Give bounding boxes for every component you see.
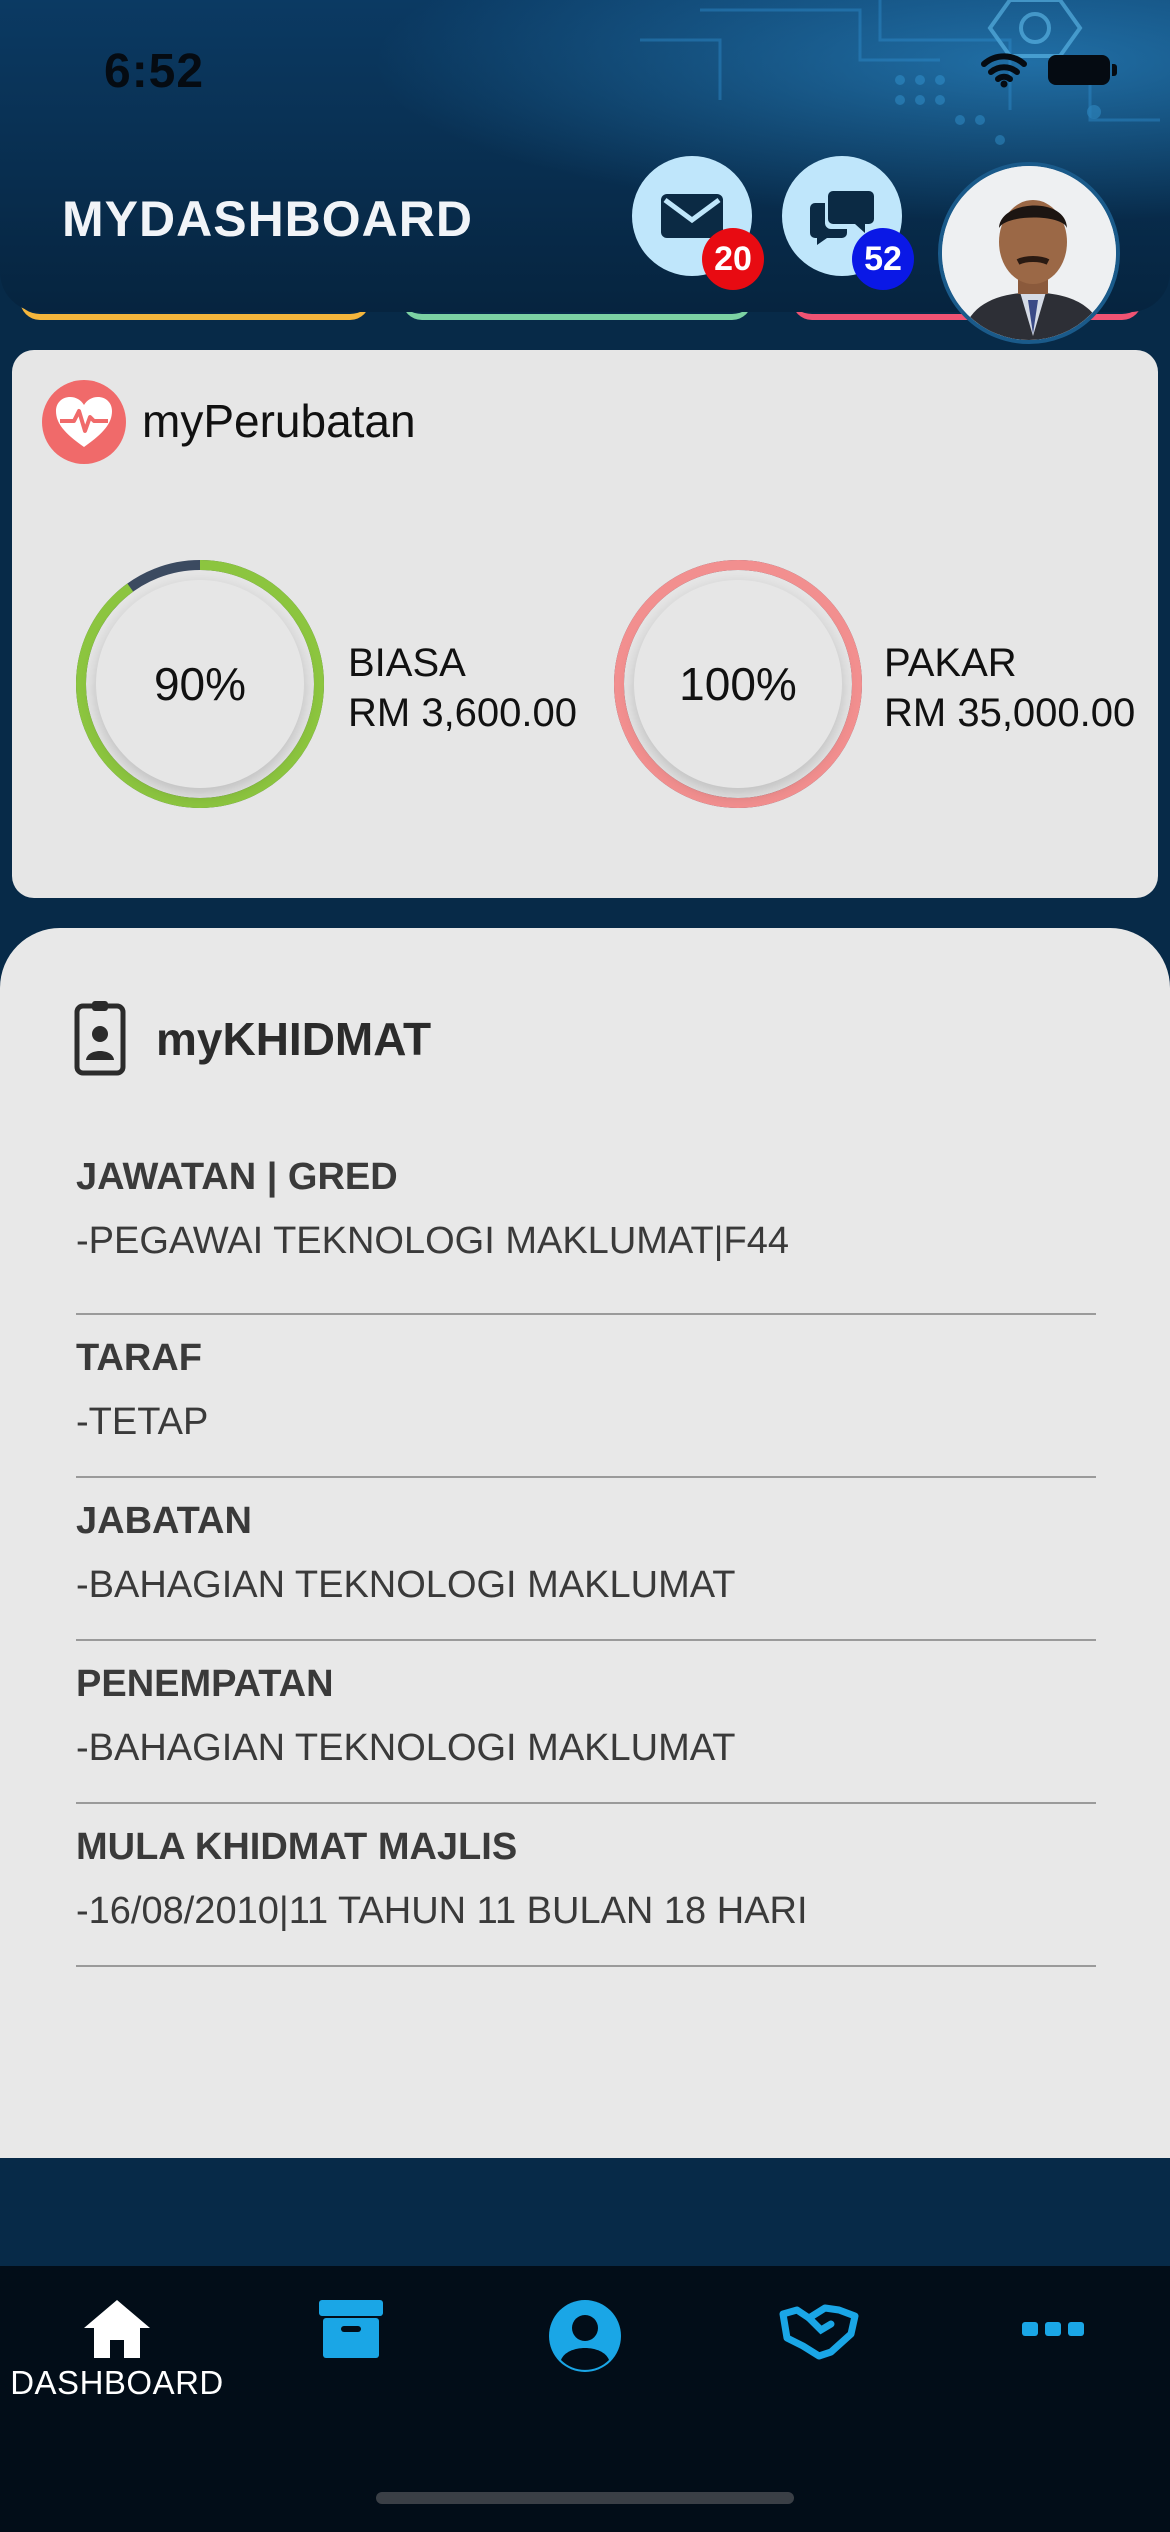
info-value: -BAHAGIAN TEKNOLOGI MAKLUMAT: [76, 1564, 736, 1606]
info-item-mula-khidmat: MULA KHIDMAT MAJLIS -16/08/2010|11 TAHUN…: [76, 1804, 1096, 1967]
tab-dashboard-label: DASHBOARD: [10, 2364, 224, 2401]
messages-button[interactable]: 20: [632, 156, 764, 290]
pakar-progress-ring: [614, 560, 862, 808]
user-icon: [549, 2300, 621, 2372]
home-indicator: [376, 2492, 794, 2504]
messages-count-badge: 20: [702, 228, 764, 290]
pakar-amount: RM 35,000.00: [884, 691, 1136, 735]
info-value: -PEGAWAI TEKNOLOGI MAKLUMAT|F44: [76, 1220, 790, 1262]
info-item-taraf: TARAF -TETAP: [76, 1315, 1096, 1478]
tab-archive[interactable]: [234, 2298, 468, 2438]
tab-more[interactable]: [936, 2298, 1170, 2438]
biasa-type: BIASA: [348, 641, 466, 685]
profile-photo: [942, 166, 1116, 340]
archive-icon: [319, 2300, 383, 2358]
more-icon: [1022, 2322, 1084, 2336]
app-title: MYDASHBOARD: [62, 191, 473, 247]
info-label: JABATAN: [76, 1500, 252, 1542]
perubatan-card[interactable]: myPerubatan 90% BIASA RM 3,600.00 100% P…: [12, 350, 1158, 898]
biasa-progress-ring: [76, 560, 324, 808]
tab-dashboard[interactable]: DASHBOARD: [0, 2298, 234, 2438]
biasa-progress-arc: [76, 560, 324, 808]
status-indicators: [980, 52, 1117, 88]
info-label: PENEMPATAN: [76, 1663, 334, 1705]
tab-partnership[interactable]: [702, 2298, 936, 2438]
handshake-icon: [779, 2304, 859, 2360]
chat-button[interactable]: 52: [782, 156, 914, 290]
profile-avatar[interactable]: [938, 162, 1120, 344]
info-value: -16/08/2010|11 TAHUN 11 BULAN 18 HARI: [76, 1890, 808, 1932]
battery-icon: [1048, 55, 1117, 85]
info-value: -BAHAGIAN TEKNOLOGI MAKLUMAT: [76, 1727, 736, 1769]
info-label: MULA KHIDMAT MAJLIS: [76, 1826, 518, 1868]
perubatan-title: myPerubatan: [142, 395, 416, 447]
pakar-progress-arc: [614, 560, 862, 808]
wifi-icon: [981, 53, 1027, 88]
id-badge-icon: [74, 1001, 126, 1076]
tab-profile[interactable]: [468, 2298, 702, 2438]
info-item-jawatan: JAWATAN | GRED -PEGAWAI TEKNOLOGI MAKLUM…: [76, 1152, 1096, 1315]
biasa-amount: RM 3,600.00: [348, 691, 578, 735]
khidmat-card[interactable]: myKHIDMAT JAWATAN | GRED -PEGAWAI TEKNOL…: [0, 928, 1170, 2158]
info-label: JAWATAN | GRED: [76, 1156, 398, 1198]
chat-count-badge: 52: [852, 228, 914, 290]
pakar-details: PAKAR RM 35,000.00: [884, 638, 1135, 738]
heart-pulse-icon: [42, 380, 126, 464]
info-value: -TETAP: [76, 1401, 209, 1443]
biasa-details: BIASA RM 3,600.00: [348, 638, 577, 738]
home-icon: [84, 2300, 150, 2358]
info-item-penempatan: PENEMPATAN -BAHAGIAN TEKNOLOGI MAKLUMAT: [76, 1641, 1096, 1804]
khidmat-title: myKHIDMAT: [156, 1013, 432, 1065]
status-time: 6:52: [104, 45, 205, 98]
info-label: TARAF: [76, 1337, 202, 1379]
info-item-jabatan: JABATAN -BAHAGIAN TEKNOLOGI MAKLUMAT: [76, 1478, 1096, 1641]
khidmat-info-list: JAWATAN | GRED -PEGAWAI TEKNOLOGI MAKLUM…: [76, 1152, 1096, 1967]
pakar-type: PAKAR: [884, 641, 1017, 685]
